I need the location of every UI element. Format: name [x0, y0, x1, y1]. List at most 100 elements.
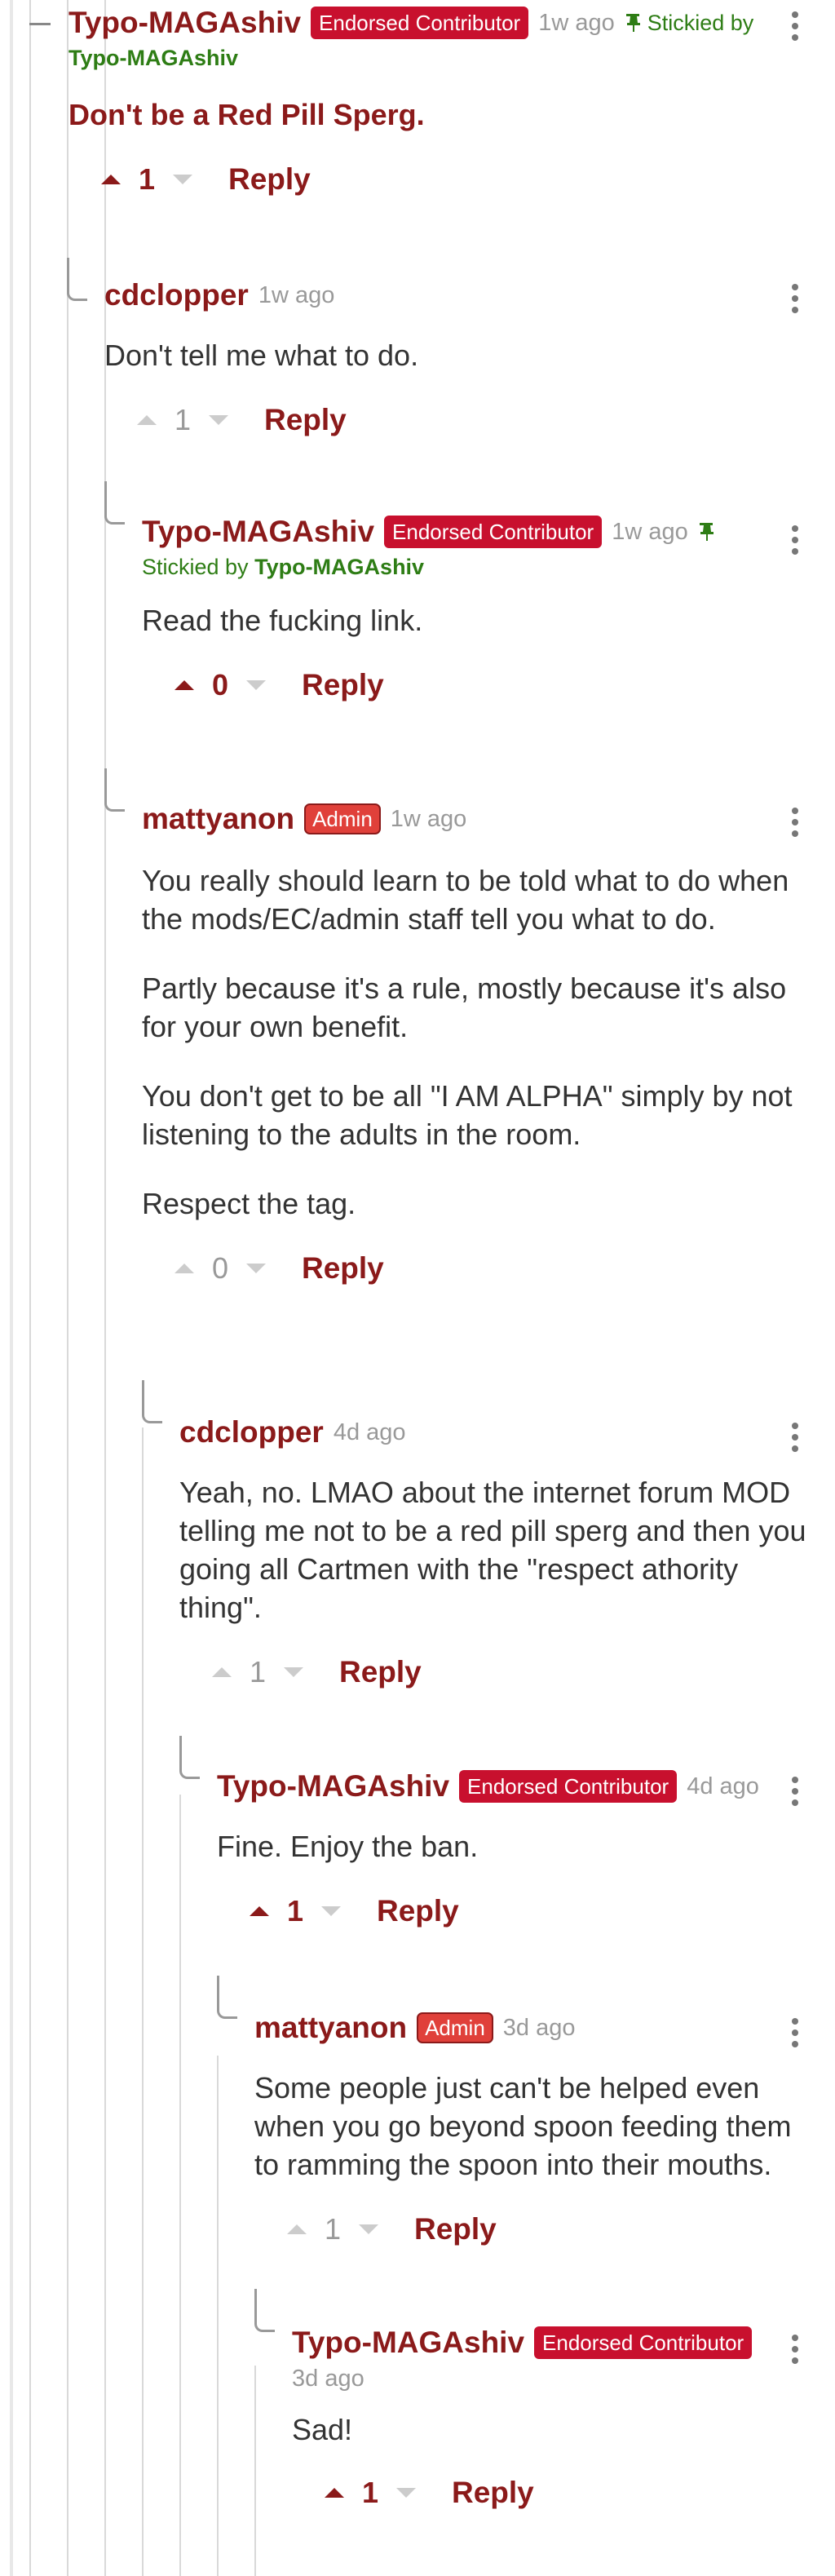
- comment-time: 4d ago: [687, 1773, 759, 1799]
- vote-score: 0: [211, 1251, 229, 1285]
- reply-button[interactable]: Reply: [377, 1894, 459, 1928]
- comment-body: Sad!: [292, 2413, 353, 2446]
- thread-connector: [104, 481, 125, 524]
- vote-score: 1: [138, 162, 156, 196]
- pin-icon: [699, 523, 714, 541]
- comment-time: 1w ago: [612, 518, 688, 545]
- more-options-icon[interactable]: [791, 1423, 799, 1455]
- endorsed-contributor-badge: Endorsed Contributor: [459, 1770, 678, 1803]
- vote-bar: 1 Reply: [287, 2205, 817, 2254]
- reply-button[interactable]: Reply: [302, 1251, 384, 1286]
- thread-rail: [254, 2366, 256, 2576]
- downvote-icon[interactable]: [246, 1264, 266, 1273]
- thread-rail: [10, 0, 13, 2576]
- endorsed-contributor-badge: Endorsed Contributor: [384, 516, 603, 548]
- vote-bar: 1 Reply: [325, 2468, 781, 2517]
- vote-score: 1: [324, 2212, 342, 2246]
- upvote-icon[interactable]: [175, 680, 194, 690]
- comment-author[interactable]: mattyanon: [142, 802, 294, 836]
- comment-body: Yeah, no. LMAO about the internet forum …: [179, 1476, 806, 1624]
- vote-score: 1: [286, 1894, 304, 1928]
- vote-bar: 0 Reply: [175, 661, 794, 710]
- reply-button[interactable]: Reply: [414, 2212, 497, 2246]
- upvote-icon[interactable]: [250, 1906, 269, 1916]
- stickied-label: Stickied by: [647, 10, 754, 35]
- reply-button[interactable]: Reply: [302, 668, 384, 702]
- upvote-icon[interactable]: [175, 1264, 194, 1273]
- comment-time: 3d ago: [502, 2014, 576, 2041]
- vote-bar: 1 Reply: [101, 155, 786, 204]
- more-options-icon[interactable]: [791, 525, 799, 558]
- admin-badge: Admin: [304, 803, 381, 834]
- vote-bar: 1 Reply: [137, 396, 789, 445]
- comment-author[interactable]: Typo-MAGAshiv: [292, 2326, 524, 2360]
- thread-rail: [29, 0, 31, 2576]
- comment-time: 3d ago: [292, 2366, 364, 2392]
- comment-time: 1w ago: [390, 805, 467, 832]
- upvote-icon[interactable]: [212, 1667, 232, 1677]
- comment-body: You really should learn to be told what …: [142, 864, 793, 1220]
- comment-body: Fine. Enjoy the ban.: [217, 1830, 479, 1863]
- endorsed-contributor-badge: Endorsed Contributor: [311, 7, 529, 39]
- comment-time: 4d ago: [333, 1419, 406, 1445]
- vote-score: 1: [174, 403, 192, 436]
- upvote-icon[interactable]: [101, 175, 121, 184]
- downvote-icon[interactable]: [209, 415, 228, 425]
- comment-body: Some people just can't be helped even wh…: [254, 2071, 792, 2181]
- comment: Typo-MAGAshiv Endorsed Contributor 3d ag…: [292, 2323, 781, 2517]
- comment-author[interactable]: cdclopper: [179, 1415, 324, 1450]
- comment: cdclopper 1w ago Don't tell me what to d…: [104, 276, 789, 445]
- pin-icon: [625, 14, 640, 32]
- thread-connector: [179, 1736, 200, 1779]
- more-options-icon[interactable]: [791, 11, 799, 44]
- downvote-icon[interactable]: [173, 175, 192, 184]
- reply-button[interactable]: Reply: [228, 162, 311, 197]
- reply-button[interactable]: Reply: [339, 1655, 422, 1689]
- more-options-icon[interactable]: [791, 284, 799, 316]
- vote-score: 1: [361, 2476, 379, 2509]
- comment-author[interactable]: cdclopper: [104, 278, 249, 312]
- comment-author[interactable]: Typo-MAGAshiv: [217, 1769, 449, 1804]
- downvote-icon[interactable]: [396, 2488, 416, 2498]
- vote-bar: 1 Reply: [250, 1887, 804, 1936]
- thread-connector: [217, 1976, 237, 2019]
- comment-author[interactable]: mattyanon: [254, 2011, 407, 2045]
- comment: mattyanon Admin 1w ago You really should…: [142, 799, 811, 1293]
- reply-button[interactable]: Reply: [452, 2476, 534, 2510]
- downvote-icon[interactable]: [246, 680, 266, 690]
- vote-score: 1: [249, 1655, 267, 1689]
- comment: Typo-MAGAshiv Endorsed Contributor 4d ag…: [217, 1767, 804, 1936]
- thread-connector: [142, 1380, 162, 1423]
- upvote-icon[interactable]: [287, 2224, 307, 2234]
- more-options-icon[interactable]: [791, 1777, 799, 1809]
- thread-rail: [179, 1795, 181, 2576]
- vote-bar: 0 Reply: [175, 1244, 811, 1293]
- thread-connector: [254, 2289, 275, 2332]
- upvote-icon[interactable]: [137, 415, 157, 425]
- downvote-icon[interactable]: [359, 2224, 378, 2234]
- comment-body: Read the fucking link.: [142, 604, 423, 637]
- comment-author[interactable]: Typo-MAGAshiv: [68, 6, 301, 40]
- more-options-icon[interactable]: [791, 2018, 799, 2051]
- collapse-icon[interactable]: [29, 23, 51, 25]
- vote-bar: 1 Reply: [212, 1648, 815, 1697]
- comment: Typo-MAGAshiv Endorsed Contributor 1w ag…: [29, 3, 786, 204]
- thread-rail: [217, 2056, 219, 2576]
- comment: cdclopper 4d ago Yeah, no. LMAO about th…: [179, 1413, 815, 1697]
- more-options-icon[interactable]: [791, 808, 799, 840]
- comment-body: Don't tell me what to do.: [104, 339, 419, 372]
- downvote-icon[interactable]: [284, 1667, 303, 1677]
- thread-rail: [67, 0, 68, 2576]
- downvote-icon[interactable]: [321, 1906, 341, 1916]
- more-options-icon[interactable]: [791, 2335, 799, 2367]
- comment: Typo-MAGAshiv Endorsed Contributor 1w ag…: [142, 512, 794, 710]
- comment-time: 1w ago: [538, 9, 615, 36]
- comment-body: Don't be a Red Pill Sperg.: [68, 98, 425, 131]
- reply-button[interactable]: Reply: [264, 403, 347, 437]
- endorsed-contributor-badge: Endorsed Contributor: [534, 2326, 753, 2359]
- admin-badge: Admin: [417, 2012, 493, 2043]
- comment-author[interactable]: Typo-MAGAshiv: [142, 515, 374, 549]
- upvote-icon[interactable]: [325, 2488, 344, 2498]
- stickied-by-user: Stickied by Typo-MAGAshiv: [142, 555, 425, 579]
- comment-time: 1w ago: [258, 281, 335, 308]
